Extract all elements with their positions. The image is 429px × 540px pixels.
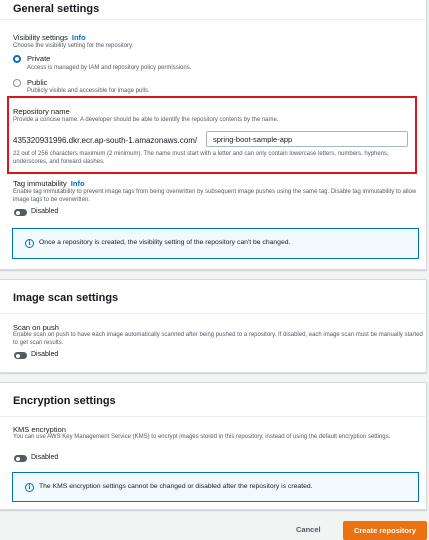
repository-uri-prefix: 435320931996.dkr.ecr.ap-south-1.amazonaw… <box>13 136 198 145</box>
tag-immutability-text: Tag immutability <box>13 179 67 188</box>
tag-immutability-description: Enable tag immutability to prevent image… <box>13 189 417 203</box>
scan-on-push-toggle[interactable] <box>14 352 27 359</box>
tag-immutability-label: Tag immutability Info <box>13 179 85 188</box>
scan-on-push-description: Enable scan on push to have each image a… <box>13 332 423 346</box>
general-settings-title: General settings <box>13 3 100 15</box>
kms-encryption-label: KMS encryption <box>13 425 66 434</box>
visibility-info-alert: i Once a repository is created, the visi… <box>12 228 419 259</box>
radio-private[interactable] <box>13 55 21 63</box>
public-description: Publicly visible and accessible for imag… <box>27 88 150 94</box>
encryption-settings-title: Encryption settings <box>13 395 116 407</box>
public-label: Public <box>27 78 48 87</box>
visibility-description: Choose the visibility setting for the re… <box>13 43 134 49</box>
kms-alert-text: The KMS encryption settings cannot be ch… <box>39 483 313 490</box>
kms-encryption-state: Disabled <box>31 454 59 461</box>
cancel-button[interactable]: Cancel <box>296 525 321 534</box>
visibility-settings-text: Visibility settings <box>13 33 68 42</box>
tag-info-link[interactable]: Info <box>71 179 85 188</box>
repository-name-hint: 22 out of 256 characters maximum (2 mini… <box>13 151 389 165</box>
radio-public[interactable] <box>13 79 21 87</box>
repository-name-input[interactable] <box>206 131 408 147</box>
kms-encryption-toggle[interactable] <box>14 455 27 462</box>
header-divider <box>0 416 426 417</box>
repository-name-label: Repository name <box>13 107 70 116</box>
header-divider <box>0 313 426 314</box>
repository-name-description: Provide a concise name. A developer shou… <box>13 117 279 123</box>
info-icon: i <box>25 483 34 492</box>
private-description: Access is managed by IAM and repository … <box>27 65 192 71</box>
tag-immutability-toggle[interactable] <box>14 209 27 216</box>
private-label: Private <box>27 54 51 63</box>
scan-on-push-label: Scan on push <box>13 323 59 332</box>
image-scan-settings-title: Image scan settings <box>13 292 119 304</box>
image-scan-settings-panel: Image scan settings <box>0 279 427 373</box>
header-divider <box>0 19 426 20</box>
tag-immutability-state: Disabled <box>31 208 59 215</box>
info-icon: i <box>25 239 34 248</box>
scan-on-push-state: Disabled <box>31 351 59 358</box>
visibility-info-link[interactable]: Info <box>72 33 86 42</box>
kms-encryption-description: You can use AWS Key Management Service (… <box>13 434 391 440</box>
kms-info-alert: i The KMS encryption settings cannot be … <box>12 472 419 502</box>
visibility-settings-label: Visibility settings Info <box>13 33 86 42</box>
create-repository-button[interactable]: Create repository <box>343 521 427 540</box>
visibility-alert-text: Once a repository is created, the visibi… <box>39 239 291 246</box>
